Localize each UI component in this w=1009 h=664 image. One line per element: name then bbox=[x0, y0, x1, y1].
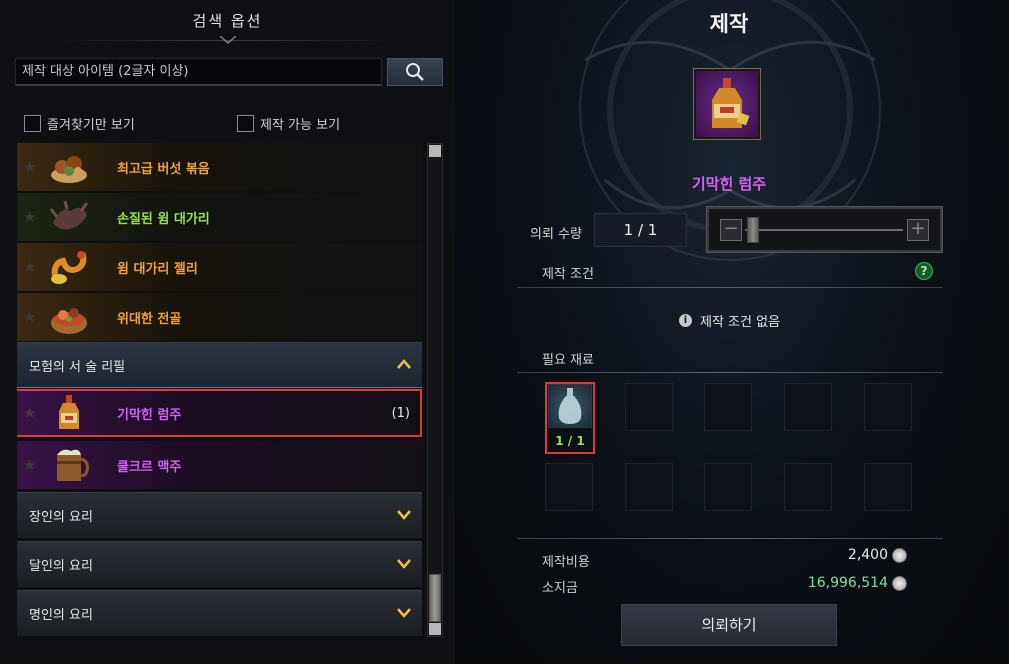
silver-coin-icon bbox=[892, 576, 907, 591]
craft-title: 제작 bbox=[709, 12, 749, 36]
quantity-slider[interactable]: − + bbox=[706, 206, 943, 253]
category-label: 달인의 요리 bbox=[29, 559, 93, 574]
silver-coin-icon bbox=[892, 548, 907, 563]
chevron-down-icon bbox=[397, 510, 411, 520]
favorite-star-icon[interactable]: ★ bbox=[23, 208, 39, 226]
info-icon: i bbox=[679, 314, 692, 327]
plus-button[interactable]: + bbox=[907, 219, 929, 241]
category-header[interactable]: 장인의 요리 bbox=[17, 492, 422, 538]
material-slot-empty bbox=[864, 463, 912, 511]
craftable-count: (1) bbox=[391, 405, 410, 421]
quantity-label: 의뢰 수량 bbox=[530, 227, 582, 242]
search-options-title: 검색 옵션 bbox=[192, 12, 263, 30]
divider bbox=[517, 372, 943, 373]
hotpot-icon bbox=[47, 297, 91, 337]
favorite-star-icon[interactable]: ★ bbox=[23, 158, 39, 176]
chevron-up-icon bbox=[397, 359, 411, 369]
list-item-selected[interactable]: ★ 기막힌 럼주 (1) bbox=[17, 389, 422, 437]
list-item[interactable]: ★ 윔 대가리 젤리 bbox=[17, 243, 422, 291]
list-item-label: 위대한 전골 bbox=[117, 311, 182, 327]
conditions-value: 제작 조건 없음 bbox=[700, 315, 781, 330]
category-label: 명인의 요리 bbox=[29, 608, 93, 623]
favorite-star-icon[interactable]: ★ bbox=[23, 258, 39, 276]
category-header-open[interactable]: 모험의 서 술 리필 bbox=[17, 342, 422, 388]
scroll-up-icon[interactable] bbox=[429, 145, 441, 157]
rum-bottle-icon bbox=[712, 78, 750, 128]
material-slot-empty bbox=[864, 383, 912, 431]
search-button[interactable] bbox=[387, 58, 443, 86]
search-input[interactable] bbox=[16, 59, 381, 84]
list-item-label: 쿨크르 맥주 bbox=[117, 459, 182, 475]
favorites-only-checkbox[interactable]: 즐겨찾기만 보기 bbox=[24, 114, 135, 133]
rum-bottle-icon bbox=[47, 393, 91, 433]
divider bbox=[517, 287, 943, 288]
help-icon[interactable]: ? bbox=[915, 262, 933, 280]
material-slot-empty bbox=[784, 463, 832, 511]
chevron-down-icon bbox=[397, 608, 411, 618]
list-item-label: 손질된 윔 대가리 bbox=[117, 211, 210, 227]
slider-thumb[interactable] bbox=[747, 217, 759, 243]
category-label: 모험의 서 술 리필 bbox=[29, 359, 126, 375]
cost-value: 2,400 bbox=[847, 547, 888, 563]
craft-item-name: 기막힌 럼주 bbox=[691, 175, 767, 193]
minus-button[interactable]: − bbox=[720, 219, 742, 241]
list-scrollbar[interactable] bbox=[427, 143, 443, 637]
conditions-label: 제작 조건 bbox=[542, 267, 594, 282]
list-item-label: 윔 대가리 젤리 bbox=[117, 261, 198, 277]
list-item-label: 최고급 버섯 볶음 bbox=[117, 161, 210, 177]
category-header[interactable]: 명인의 요리 bbox=[17, 590, 422, 636]
beer-mug-icon bbox=[47, 445, 91, 485]
search-field[interactable] bbox=[15, 58, 382, 86]
wim-jelly-icon bbox=[47, 247, 91, 287]
material-slot-empty bbox=[625, 383, 673, 431]
favorites-only-label: 즐겨찾기만 보기 bbox=[47, 118, 135, 133]
craftable-only-checkbox[interactable]: 제작 가능 보기 bbox=[237, 114, 340, 133]
materials-label: 필요 재료 bbox=[542, 353, 594, 368]
scroll-down-icon[interactable] bbox=[429, 623, 441, 635]
favorite-star-icon[interactable]: ★ bbox=[23, 404, 39, 422]
category-label: 장인의 요리 bbox=[29, 510, 93, 525]
divider bbox=[517, 538, 943, 539]
request-button[interactable]: 의뢰하기 bbox=[621, 604, 837, 646]
checkbox-box[interactable] bbox=[237, 115, 254, 132]
craftable-only-label: 제작 가능 보기 bbox=[260, 118, 341, 133]
category-header[interactable]: 달인의 요리 bbox=[17, 541, 422, 587]
material-slot-empty bbox=[545, 463, 593, 511]
ornament-background-icon bbox=[579, 0, 881, 261]
favorite-star-icon[interactable]: ★ bbox=[23, 456, 39, 474]
search-icon bbox=[406, 63, 424, 81]
material-slot-empty bbox=[625, 463, 673, 511]
favorite-star-icon[interactable]: ★ bbox=[23, 308, 39, 326]
cost-label: 제작비용 bbox=[542, 555, 590, 570]
recipe-list: ★ 최고급 버섯 볶음 ★ 손질된 윔 대가리 ★ 윔 대가리 젤리 ★ 위대한… bbox=[17, 143, 422, 637]
material-slot-empty bbox=[784, 383, 832, 431]
list-item-label: 기막힌 럼주 bbox=[117, 407, 182, 423]
list-item[interactable]: ★ 위대한 전골 bbox=[17, 293, 422, 341]
crafting-window: 검색 옵션 즐겨찾기만 보기 제작 가능 보기 ★ 최고급 버섯 볶음 ★ 손질… bbox=[0, 0, 1009, 664]
list-item[interactable]: ★ 손질된 윔 대가리 bbox=[17, 193, 422, 241]
gold-value: 16,996,514 bbox=[807, 575, 888, 591]
gold-label: 소지금 bbox=[542, 581, 578, 596]
material-count: 1 / 1 bbox=[555, 434, 585, 448]
checkbox-box[interactable] bbox=[24, 115, 41, 132]
wim-head-icon bbox=[47, 197, 91, 237]
list-item[interactable]: ★ 최고급 버섯 볶음 bbox=[17, 143, 422, 191]
slider-track[interactable] bbox=[745, 229, 903, 231]
list-item[interactable]: ★ 쿨크르 맥주 bbox=[17, 441, 422, 489]
conditions-status: i 제작 조건 없음 bbox=[679, 311, 780, 330]
title-caret-icon bbox=[220, 36, 236, 44]
scrollbar-thumb[interactable] bbox=[429, 574, 441, 622]
material-slot-empty bbox=[704, 463, 752, 511]
mushroom-dish-icon bbox=[47, 147, 91, 187]
craft-item-slot[interactable] bbox=[693, 68, 761, 140]
chevron-down-icon bbox=[397, 559, 411, 569]
material-slot-empty bbox=[704, 383, 752, 431]
quantity-display: 1 / 1 bbox=[594, 213, 687, 247]
